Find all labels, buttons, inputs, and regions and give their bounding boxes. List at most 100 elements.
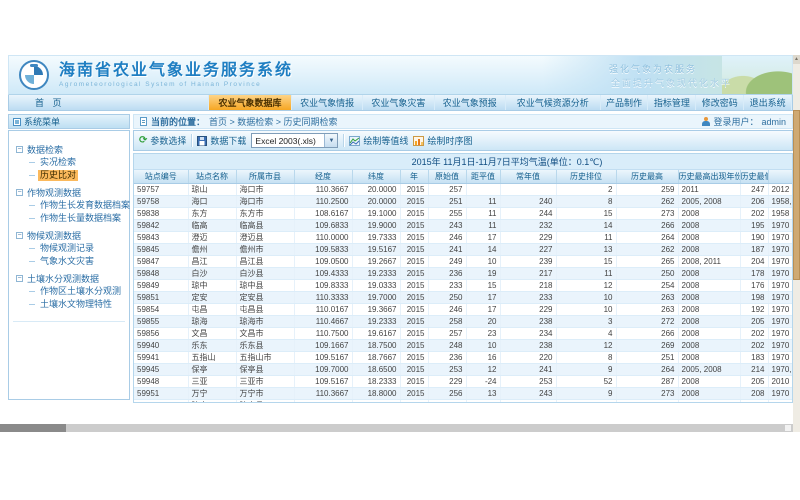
table-cell: 205 (740, 375, 768, 387)
header-banner: 海南省农业气象业务服务系统 Agrometeorological System … (8, 55, 793, 95)
table-cell: 1970 (768, 219, 793, 231)
nav-item-3[interactable]: 农业气象灾害 (363, 95, 434, 110)
tree-group[interactable]: −作物观测数据 (9, 186, 129, 199)
table-cell: 2015 (400, 363, 428, 375)
table-row[interactable]: 59851定安定安县110.333319.7000201525017233102… (134, 291, 793, 303)
table-cell: 1970 (768, 279, 793, 291)
table-cell: 59757 (134, 183, 188, 195)
collapse-icon[interactable]: − (16, 189, 23, 196)
table-row[interactable]: 59847昌江昌江县109.050019.2667201524910239152… (134, 255, 793, 267)
nav-item-6[interactable]: 产品制作 (601, 95, 649, 110)
table-cell: 108.6167 (294, 207, 352, 219)
table-cell: 1970 (768, 351, 793, 363)
table-row[interactable]: 59948三亚三亚市109.516718.23332015229-2425352… (134, 375, 793, 387)
table-row[interactable]: 59854屯昌屯昌县110.016719.3667201524617229102… (134, 303, 793, 315)
table-cell: 247 (500, 399, 556, 403)
table-cell: 59842 (134, 219, 188, 231)
table-cell: 11 (556, 267, 616, 279)
tree-item[interactable]: 作物生长量数据档案 (9, 212, 129, 225)
table-row[interactable]: 59941五指山五指山市109.516718.76672015236162208… (134, 351, 793, 363)
tree-group[interactable]: −数据检索 (9, 143, 129, 156)
table-cell: 屯昌县 (236, 303, 294, 315)
nav-item-4[interactable]: 农业气象预报 (435, 95, 506, 110)
toolbar: ⟳ 参数选择 数据下载 Excel 2003(.xls) ▼ 绘制等值线 (133, 130, 793, 151)
horizontal-scroll-thumb[interactable] (0, 424, 66, 432)
tree-item[interactable]: 作物生长发育数据档案 (9, 199, 129, 212)
table-cell: 2008 (678, 267, 740, 279)
tree-item[interactable]: 物候观测记录 (9, 242, 129, 255)
horizontal-scrollbar[interactable] (0, 424, 793, 432)
table-cell: 2015 (400, 303, 428, 315)
table-cell: 248 (428, 339, 466, 351)
tree-group[interactable]: −物候观测数据 (9, 229, 129, 242)
table-cell: 保亭县 (236, 363, 294, 375)
table-row[interactable]: 59849琼中琼中县109.833319.0333201523315218122… (134, 279, 793, 291)
table-row[interactable]: 59855琼海琼海市110.466719.2333201525820238327… (134, 315, 793, 327)
collapse-icon[interactable]: − (16, 275, 23, 282)
draw-contour-button[interactable]: 绘制等值线 (349, 134, 408, 147)
table-cell: 2008 (678, 375, 740, 387)
parameter-select-button[interactable]: ⟳ 参数选择 (139, 134, 186, 147)
export-format-select[interactable]: Excel 2003(.xls) ▼ (251, 133, 338, 148)
table-cell: 212 (740, 399, 768, 403)
tree-group[interactable]: −土壤水分观测数据 (9, 272, 129, 285)
table-cell: 白沙县 (236, 267, 294, 279)
table-row[interactable]: 59845儋州儋州市109.583319.5167201524114227132… (134, 243, 793, 255)
scroll-up-arrow-icon[interactable]: ▲ (793, 55, 800, 64)
table-cell: 海口市 (236, 183, 294, 195)
tree-item[interactable]: 气象水文灾害 (9, 255, 129, 268)
table-row[interactable]: 59856文昌文昌市110.750019.6167201525723234426… (134, 327, 793, 339)
table-cell: 4 (556, 327, 616, 339)
table-row[interactable]: 59940乐东乐东县109.166718.7500201524810238122… (134, 339, 793, 351)
vertical-scrollbar[interactable]: ▲ (793, 55, 800, 432)
table-cell: 220 (500, 351, 556, 363)
column-header: 历史最低出现年份 (768, 170, 793, 183)
table-row[interactable]: 59757琼山海口市110.366720.0000201525722592011… (134, 183, 793, 195)
breadcrumb-label: 当前的位置： (151, 115, 205, 128)
table-cell: 251 (428, 195, 466, 207)
table-cell: 东方 (188, 207, 236, 219)
nav-item-1[interactable]: 农业气象数据库 (209, 95, 292, 110)
data-download-button[interactable]: 数据下载 (197, 134, 246, 147)
collapse-icon[interactable]: − (16, 146, 23, 153)
table-row[interactable]: 59758海口海口市110.250020.0000201525111240826… (134, 195, 793, 207)
nav-item-9[interactable]: 退出系统 (744, 95, 792, 110)
collapse-icon[interactable]: − (16, 232, 23, 239)
table-cell: 262 (616, 195, 678, 207)
table-row[interactable]: 59945保亭保亭县109.700018.6500201525312241926… (134, 363, 793, 375)
nav-item-0[interactable]: 首 页 (9, 95, 209, 110)
table-row[interactable]: 59951万宁万宁市110.366718.8000201525613243927… (134, 387, 793, 399)
table-row[interactable]: 59954陵水陵水县110.033318.5000201525811247112… (134, 399, 793, 403)
vertical-scroll-thumb[interactable] (793, 110, 800, 280)
table-cell: 1970 (768, 339, 793, 351)
table-cell: 1970 (768, 399, 793, 403)
tree-item[interactable]: 作物区土壤水分观测 (9, 285, 129, 298)
nav-item-8[interactable]: 修改密码 (696, 95, 744, 110)
tree-item[interactable]: 历史比对 (9, 169, 129, 182)
table-cell: 263 (616, 303, 678, 315)
nav-item-2[interactable]: 农业气象情报 (292, 95, 363, 110)
tree-item-label: 作物生长发育数据档案 (38, 200, 132, 211)
toolbar-separator (191, 134, 192, 147)
table-cell: 昌江县 (236, 255, 294, 267)
table-cell: 12 (466, 363, 500, 375)
nav-item-7[interactable]: 指标管理 (648, 95, 696, 110)
tree-item[interactable]: 土壤水文物理特性 (9, 298, 129, 311)
table-cell: 2015 (400, 327, 428, 339)
draw-timeseries-button[interactable]: 绘制时序图 (413, 134, 472, 147)
tree-item[interactable]: 实况检索 (9, 156, 129, 169)
table-cell: 276 (616, 399, 678, 403)
table-row[interactable]: 59842临高临高县109.683319.9000201524311232142… (134, 219, 793, 231)
table-cell: 59854 (134, 303, 188, 315)
table-cell: 陵水 (188, 399, 236, 403)
nav-item-5[interactable]: 农业气候资源分析 (506, 95, 601, 110)
breadcrumb[interactable]: 首页 > 数据检索 > 历史同期检索 (209, 115, 338, 128)
table-cell: 10 (466, 255, 500, 267)
chevron-down-icon: ▼ (324, 134, 337, 147)
tree-connector (29, 291, 35, 292)
table-row[interactable]: 59838东方东方市108.616719.1000201525511244152… (134, 207, 793, 219)
table-row[interactable]: 59843澄迈澄迈县110.000019.7333201524617229112… (134, 231, 793, 243)
table-cell: 250 (428, 291, 466, 303)
table-row[interactable]: 59848白沙白沙县109.433319.2333201523619217112… (134, 267, 793, 279)
column-header: 历史最低 (740, 170, 768, 183)
